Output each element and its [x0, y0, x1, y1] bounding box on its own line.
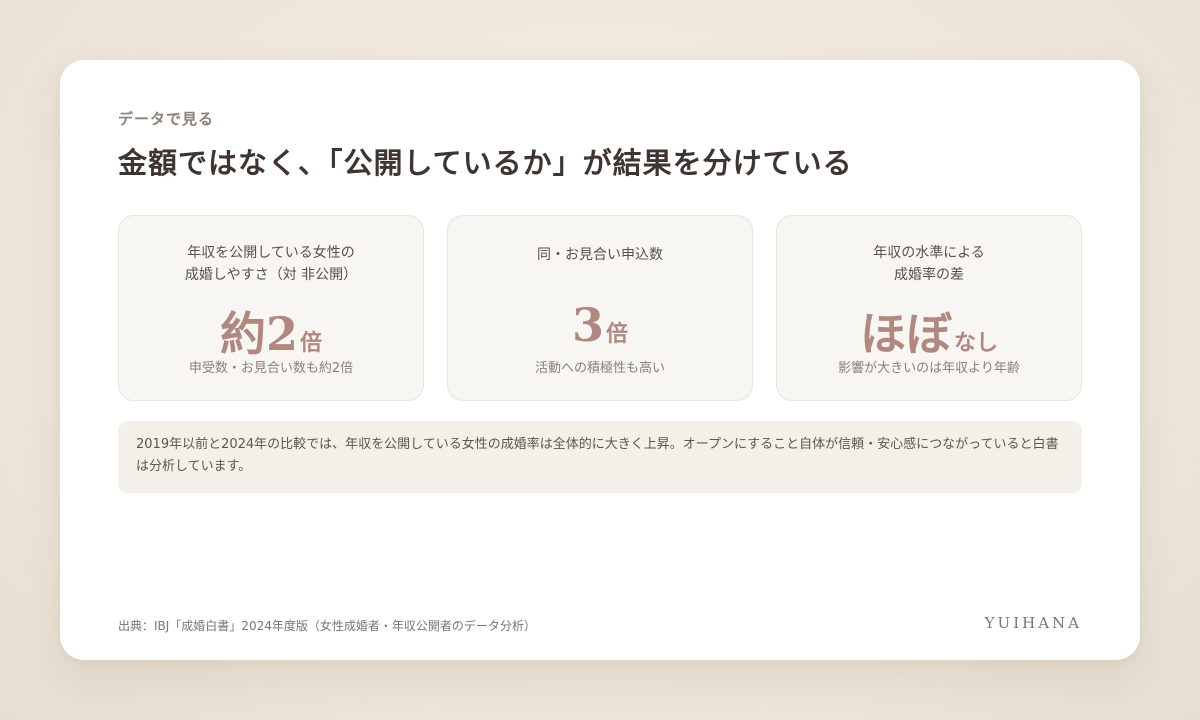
stat-value: 約2倍 [119, 298, 423, 364]
stat-label-line2: 成婚率の差 [894, 267, 964, 283]
stat-caption: 申受数・お見合い数も約2倍 [188, 361, 354, 376]
stats-row: 年収を公開している女性の 成婚しやすさ（対 非公開） 約2倍 申受数・お見合い数… [118, 215, 1082, 401]
stat-label-line1: 年収の水準による [873, 245, 985, 261]
summary-note: 2019年以前と2024年の比較では、年収を公開している女性の成婚率は全体的に大… [118, 421, 1082, 493]
stat-label: 年収を公開している女性の 成婚しやすさ（対 非公開） [119, 242, 423, 286]
stat-label-line1: 同・お見合い申込数 [537, 247, 663, 263]
eyebrow-label: データで見る [118, 110, 215, 128]
stat-value-number: 約2 [219, 307, 298, 361]
stat-value: ほぼなし [777, 298, 1081, 364]
stat-value-number: 3 [571, 298, 604, 352]
page-title: 金額ではなく、「公開しているか」が結果を分けている [118, 146, 853, 180]
stat-caption: 活動への積極性も高い [534, 361, 665, 376]
stat-card-applications: 同・お見合い申込数 3倍 活動への積極性も高い [447, 215, 753, 401]
stat-value-unit: 倍 [300, 330, 323, 356]
stat-value-number: ほぼ [859, 307, 952, 361]
stat-value-unit: 倍 [606, 321, 629, 347]
stat-card-income-level: 年収の水準による 成婚率の差 ほぼなし 影響が大きいのは年収より年齢 [776, 215, 1082, 401]
stat-label: 同・お見合い申込数 [448, 244, 752, 266]
brand-logo: YUIHANA [984, 614, 1082, 632]
stat-card-disclosure: 年収を公開している女性の 成婚しやすさ（対 非公開） 約2倍 申受数・お見合い数… [118, 215, 424, 401]
stat-label-line2: 成婚しやすさ（対 非公開） [184, 267, 358, 283]
source-citation: 出典：IBJ「成婚白書」2024年度版（女性成婚者・年収公開者のデータ分析） [118, 619, 536, 633]
stat-caption: 影響が大きいのは年収より年齢 [838, 361, 1020, 376]
stat-value: 3倍 [448, 298, 752, 352]
content-card: データで見る 金額ではなく、「公開しているか」が結果を分けている 年収を公開して… [60, 60, 1140, 660]
stat-label: 年収の水準による 成婚率の差 [777, 242, 1081, 286]
stat-value-unit: なし [953, 330, 998, 356]
stat-label-line1: 年収を公開している女性の [187, 245, 355, 261]
